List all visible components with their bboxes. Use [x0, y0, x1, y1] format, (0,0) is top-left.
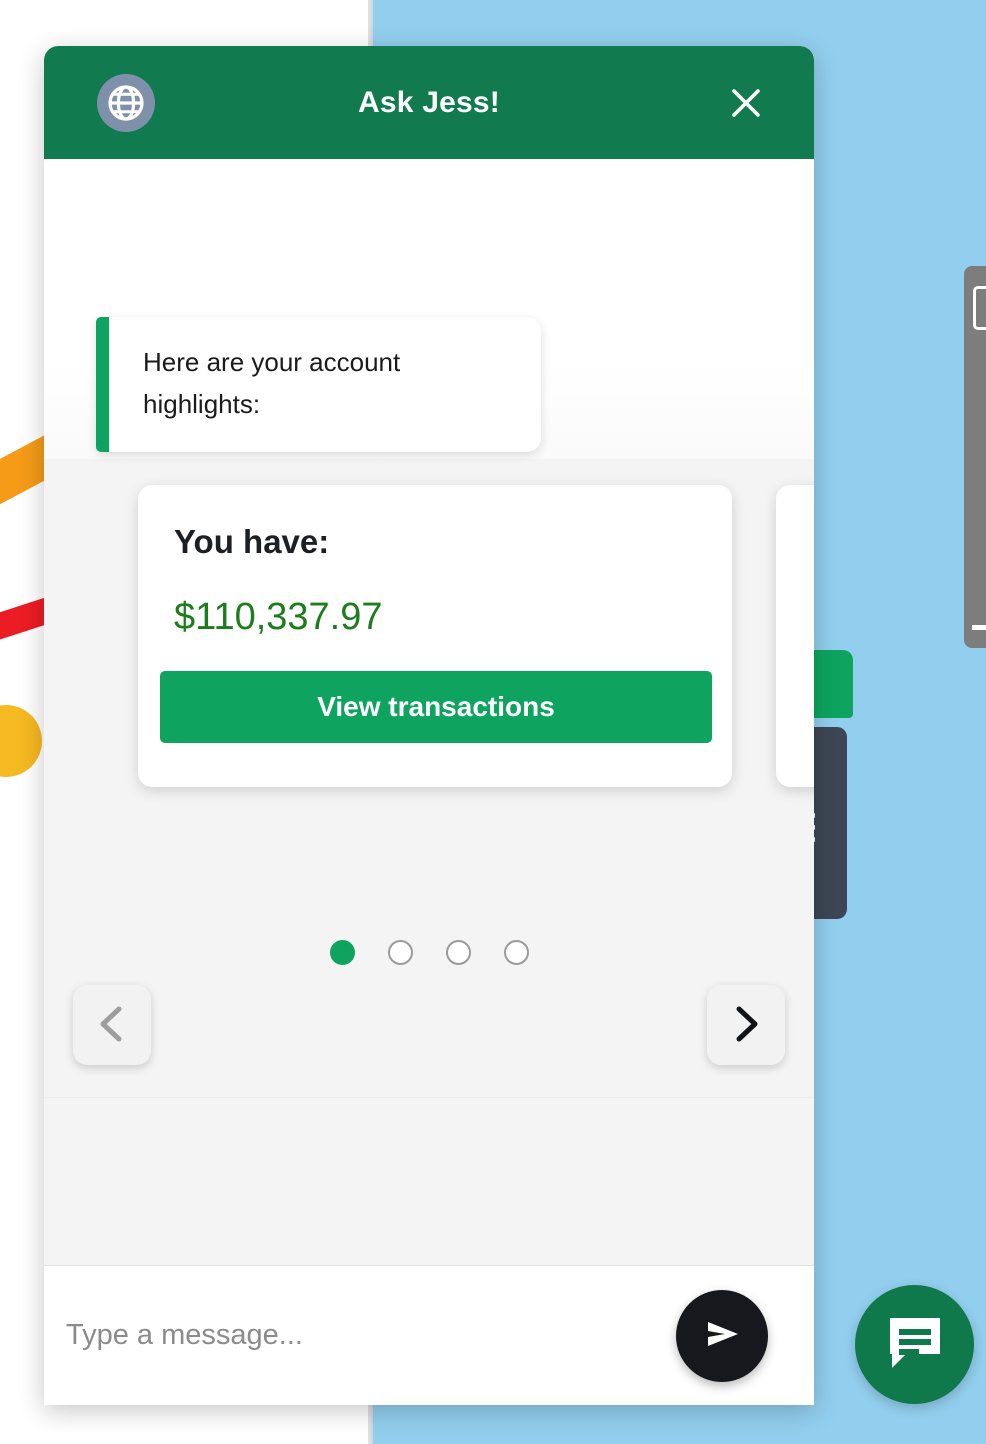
- chat-title: Ask Jess!: [358, 85, 500, 119]
- bot-message-text: Here are your account highlights:: [143, 347, 401, 420]
- send-icon: [699, 1311, 745, 1360]
- close-icon: [729, 86, 763, 120]
- chevron-right-icon: [729, 1004, 763, 1047]
- message-input[interactable]: [66, 1319, 676, 1352]
- chat-bubble-icon: [882, 1310, 948, 1379]
- chat-launcher-button[interactable]: [855, 1285, 974, 1404]
- screen: Ask Jess! Here are your account highligh…: [0, 0, 986, 1444]
- view-transactions-button[interactable]: View transactions: [160, 671, 712, 743]
- chat-widget: Ask Jess! Here are your account highligh…: [44, 46, 814, 1405]
- carousel-dot-4[interactable]: [503, 940, 529, 965]
- carousel-dot-2[interactable]: [387, 940, 413, 965]
- chevron-left-icon: [95, 1004, 129, 1047]
- carousel-dot-1[interactable]: [329, 940, 355, 965]
- carousel-next-button[interactable]: [707, 985, 785, 1065]
- account-card[interactable]: You have: $110,337.97 View transactions: [138, 485, 732, 787]
- right-edge-panel: [964, 266, 986, 648]
- chat-body-divider: [44, 1097, 814, 1098]
- carousel-dot-3[interactable]: [445, 940, 471, 965]
- carousel-pagination: [44, 940, 814, 965]
- carousel-prev-button[interactable]: [73, 985, 151, 1065]
- account-carousel: You have: $110,337.97 View transactions: [44, 485, 814, 1065]
- chat-composer: [44, 1265, 814, 1405]
- chat-header: Ask Jess!: [44, 46, 814, 159]
- chat-message-area: Here are your account highlights: You ha…: [44, 159, 814, 1265]
- right-edge-panel-chip: [973, 286, 986, 330]
- account-card-next-peek[interactable]: [776, 485, 814, 787]
- globe-icon: [97, 73, 155, 132]
- close-button[interactable]: [724, 81, 768, 125]
- right-edge-panel-bar: [972, 625, 986, 630]
- send-button[interactable]: [676, 1289, 768, 1382]
- account-balance-amount: $110,337.97: [174, 596, 383, 638]
- bot-message-bubble: Here are your account highlights:: [96, 317, 541, 452]
- account-card-title: You have:: [174, 523, 330, 560]
